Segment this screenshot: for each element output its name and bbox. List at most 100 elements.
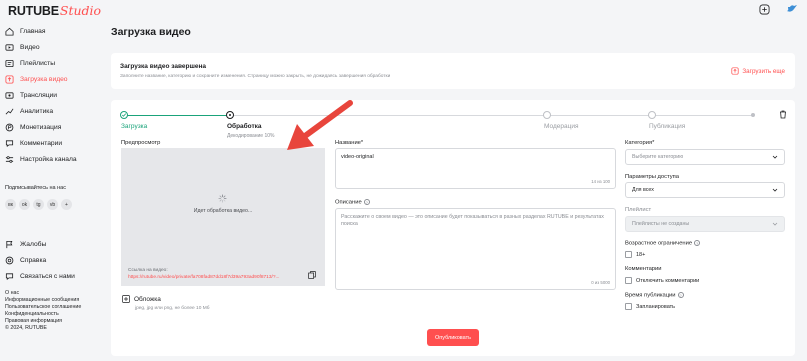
ok-icon[interactable]: ok — [19, 199, 30, 210]
help-icon[interactable]: ? — [677, 292, 684, 298]
help-icon[interactable]: ? — [694, 240, 701, 246]
spinner-icon — [218, 194, 227, 203]
logo-suffix: Studio — [59, 3, 102, 18]
settings-icon — [5, 155, 14, 164]
copy-link-button[interactable] — [308, 271, 316, 281]
monetization-icon — [5, 123, 14, 132]
pubtime-label-row: Время публикации? — [625, 292, 684, 299]
age-checkbox[interactable]: 18+ — [625, 251, 645, 258]
playlist-label: Плейлист — [625, 207, 652, 213]
social-links: вк ok tg vb + — [5, 199, 72, 210]
step-processing-center — [229, 114, 231, 116]
viber-icon[interactable]: vb — [47, 199, 58, 210]
sidebar-item-label: Плейлисты — [20, 59, 56, 67]
steps-track-line — [231, 115, 753, 116]
sidebar-item-label: Загрузка видео — [20, 75, 68, 83]
trash-icon — [780, 110, 786, 119]
help-icon[interactable]: ? — [363, 199, 370, 205]
sidebar-item-playlists[interactable]: Плейлисты — [5, 55, 97, 71]
category-label: Категория* — [625, 140, 655, 146]
step-processing-label: Обработка — [227, 123, 262, 130]
sidebar-item-label: Видео — [20, 43, 40, 51]
logo[interactable]: RUTUBE Studio — [8, 3, 101, 18]
sidebar-item-label: Монетизация — [20, 123, 62, 131]
checkbox-box[interactable] — [625, 277, 632, 284]
upload-more-label: Загрузить еще — [742, 67, 785, 75]
sidebar-item-comments[interactable]: Комментарии — [5, 135, 97, 151]
sidebar-item-broadcasts[interactable]: Трансляции — [5, 87, 97, 103]
vk-icon[interactable]: вк — [5, 199, 16, 210]
bird-icon — [787, 5, 797, 12]
access-value: Для всех — [632, 187, 654, 193]
access-select[interactable]: Для всех — [625, 182, 785, 198]
footer-link-about[interactable]: О нас — [5, 290, 81, 297]
sidebar-item-contact[interactable]: Связаться с нами — [5, 268, 97, 284]
sidebar-item-analytics[interactable]: Аналитика — [5, 103, 97, 119]
cover-label: Обложка — [134, 295, 161, 303]
checkbox-box[interactable] — [625, 303, 632, 310]
chevron-down-icon — [772, 222, 778, 226]
age-label: Возрастное ограничение — [625, 240, 693, 247]
step-processing-progress: Декодирование 10% — [227, 133, 275, 139]
notifications-button[interactable] — [786, 3, 798, 15]
upload-complete-banner: Загрузка видео завершена Заполните назва… — [111, 53, 795, 89]
footer-link-info[interactable]: Информационные сообщения — [5, 297, 81, 304]
disable-comments-checkbox[interactable]: Отключить комментарии — [625, 277, 699, 284]
sidebar-item-help[interactable]: Справка — [5, 252, 97, 268]
sidebar-item-complaints[interactable]: Жалобы — [5, 236, 97, 252]
subscribe-label: Подписывайтесь на нас — [5, 185, 66, 191]
preview-label: Предпросмотр — [121, 140, 161, 146]
sidebar-item-label: Аналитика — [20, 107, 54, 115]
processing-text: Идет обработка видео... — [193, 208, 253, 214]
chevron-down-icon — [772, 188, 778, 192]
category-select[interactable]: Выберите категорию — [625, 149, 785, 165]
upload-more-button[interactable]: Загрузить еще — [731, 67, 785, 75]
checkbox-box[interactable] — [625, 251, 632, 258]
cover-section[interactable]: Обложка — [122, 295, 161, 303]
name-value: video-original — [341, 154, 374, 160]
age-value: 18+ — [636, 251, 646, 258]
footer-link-legal[interactable]: Правовая информация — [5, 318, 81, 325]
footer-link-privacy[interactable]: Конфиденциальность — [5, 311, 81, 318]
home-icon — [5, 27, 14, 36]
step-processing-dot — [226, 111, 234, 119]
contact-icon — [5, 272, 14, 281]
more-icon[interactable]: + — [61, 199, 72, 210]
video-preview: Идет обработка видео... — [121, 148, 325, 265]
description-input[interactable]: Расскажите о своем видео — это описание … — [335, 208, 616, 290]
playlist-icon — [5, 59, 14, 68]
help-icon — [5, 256, 14, 265]
playlist-select: Плейлисты не созданы — [625, 216, 785, 232]
step-publication-label: Публикация — [649, 123, 686, 130]
description-label: Описание — [335, 199, 362, 206]
sidebar-item-upload[interactable]: Загрузка видео — [5, 71, 97, 87]
add-button[interactable] — [758, 3, 770, 15]
sidebar-item-video[interactable]: Видео — [5, 39, 97, 55]
analytics-icon — [5, 107, 14, 116]
video-edit-card: Загрузка Обработка Декодирование 10% Мод… — [111, 100, 795, 356]
sidebar: RUTUBE Studio Главная Видео Плейлисты За… — [0, 0, 101, 361]
name-input[interactable]: video-original 14 из 100 — [335, 148, 616, 189]
schedule-checkbox[interactable]: Запланировать — [625, 303, 675, 310]
sidebar-nav: Главная Видео Плейлисты Загрузка видео Т… — [5, 23, 97, 167]
comments-label: Комментарии — [625, 266, 662, 272]
name-label: Название* — [335, 140, 364, 146]
access-label: Параметры доступа — [625, 174, 679, 180]
flag-icon — [5, 240, 14, 249]
chevron-down-icon — [772, 155, 778, 159]
telegram-icon[interactable]: tg — [33, 199, 44, 210]
publish-button[interactable]: Опубликовать — [427, 329, 479, 346]
category-placeholder: Выберите категорию — [632, 154, 684, 160]
step-moderation-dot — [543, 111, 551, 119]
sidebar-bottom-nav: Жалобы Справка Связаться с нами — [5, 236, 97, 284]
schedule-label: Запланировать — [636, 303, 676, 310]
delete-button[interactable] — [779, 110, 787, 121]
copyright: © 2024, RUTUBE — [5, 325, 47, 331]
sidebar-item-monetization[interactable]: Монетизация — [5, 119, 97, 135]
steps-progress-line — [124, 115, 231, 116]
video-link[interactable]: https://rutube.ru/video/private/fa708fad… — [128, 275, 280, 280]
sidebar-item-channel-settings[interactable]: Настройка канала — [5, 151, 97, 167]
step-publication-dot — [648, 111, 656, 119]
footer-link-agreement[interactable]: Пользовательское соглашение — [5, 304, 81, 311]
sidebar-item-home[interactable]: Главная — [5, 23, 97, 39]
